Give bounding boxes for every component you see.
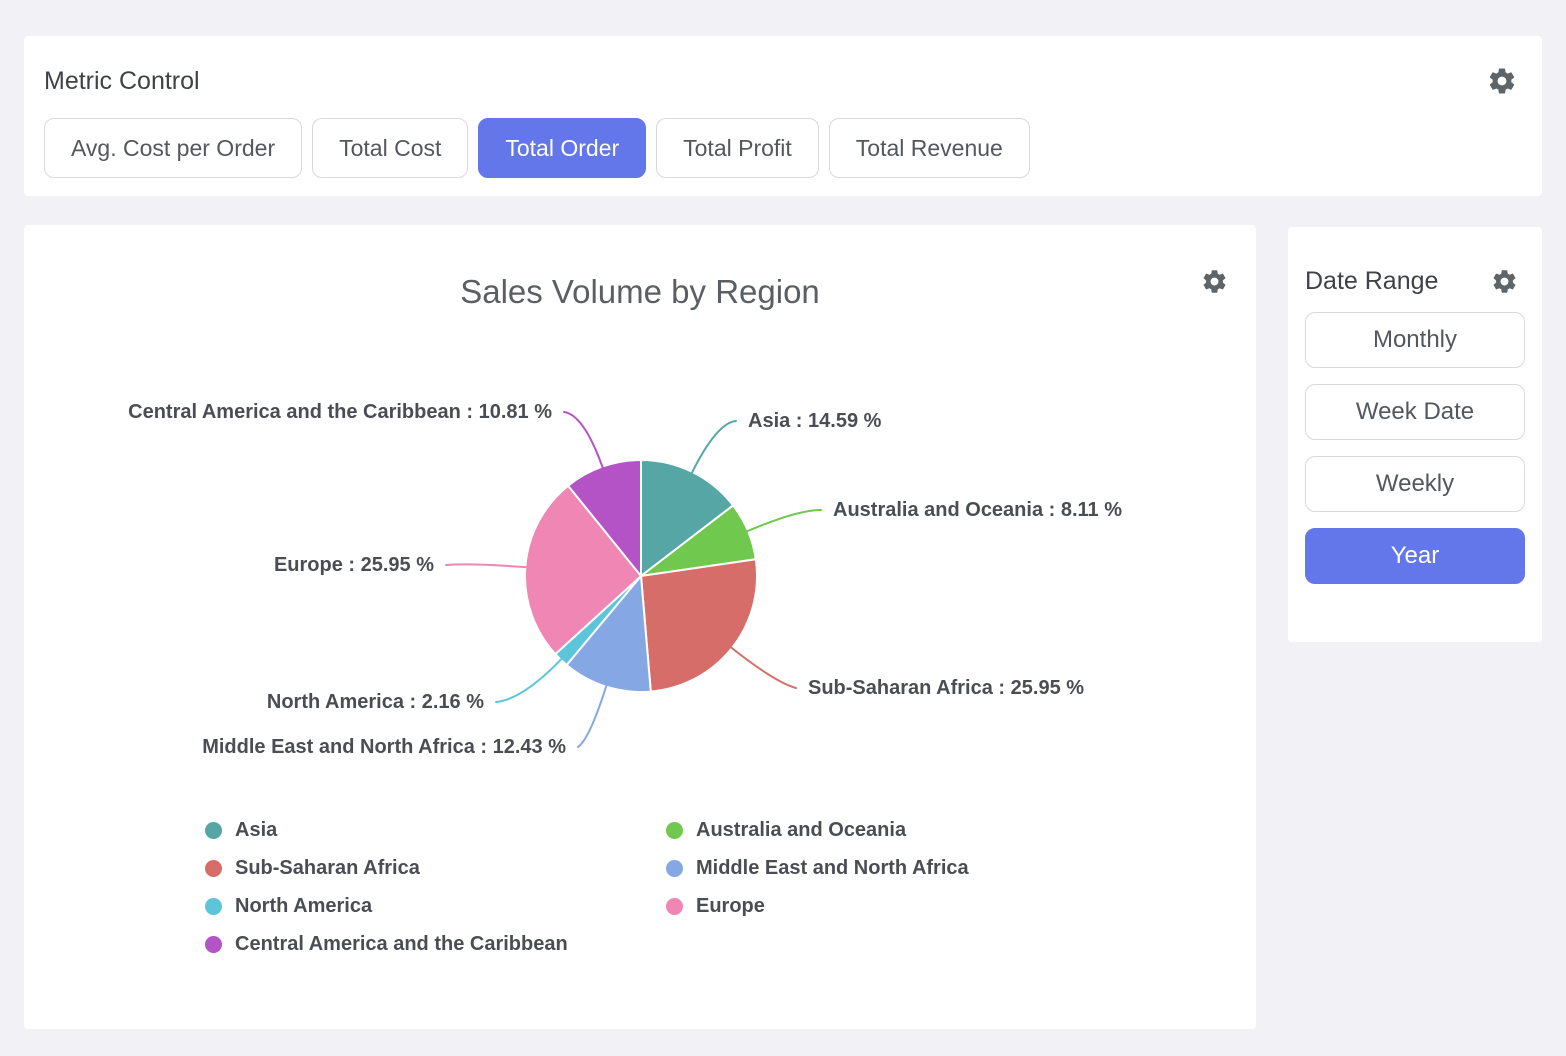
legend-label: Central America and the Caribbean [235, 933, 568, 956]
legend-swatch-asia [205, 822, 222, 839]
gear-icon[interactable] [1491, 268, 1518, 295]
pie-label-line-australia-and-oceania [746, 510, 821, 532]
legend-item-asia[interactable]: Asia [205, 819, 666, 842]
legend-swatch-north-america [205, 898, 222, 915]
metric-button-total-revenue[interactable]: Total Revenue [829, 118, 1030, 178]
date-range-panel: Date Range Monthly Week Date Weekly Year [1288, 227, 1542, 642]
date-range-button-week-date[interactable]: Week Date [1305, 384, 1525, 440]
legend-swatch-central-america-and-the-caribbean [205, 936, 222, 953]
pie-label-north-america: North America : 2.16 % [267, 691, 484, 713]
metric-control-panel: Metric Control Avg. Cost per OrderTotal … [24, 36, 1542, 196]
pie-label-line-middle-east-and-north-africa [578, 685, 607, 747]
pie-slice-sub-saharan-africa[interactable] [641, 559, 757, 691]
metric-button-avg-cost-per-order[interactable]: Avg. Cost per Order [44, 118, 302, 178]
legend-swatch-europe [666, 898, 683, 915]
gear-icon[interactable] [1201, 268, 1228, 295]
legend-item-north-america[interactable]: North America [205, 895, 666, 918]
legend-label: North America [235, 895, 372, 918]
legend-swatch-sub-saharan-africa [205, 860, 222, 877]
pie-label-line-north-america [496, 658, 562, 702]
legend-label: Sub-Saharan Africa [235, 857, 420, 880]
legend-label: Europe [696, 895, 765, 918]
dashboard: { "page": { "background_color": "#F1F1F6… [0, 0, 1566, 1056]
metric-control-title: Metric Control [44, 67, 200, 96]
pie-label-line-central-america-and-the-caribbean [564, 412, 603, 469]
pie-label-sub-saharan-africa: Sub-Saharan Africa : 25.95 % [808, 677, 1084, 699]
date-range-button-year[interactable]: Year [1305, 528, 1525, 584]
pie-label-europe: Europe : 25.95 % [274, 554, 434, 576]
legend-item-europe[interactable]: Europe [666, 895, 969, 918]
pie-label-asia: Asia : 14.59 % [748, 410, 882, 432]
pie-label-central-america-and-the-caribbean: Central America and the Caribbean : 10.8… [128, 401, 552, 423]
date-range-button-monthly[interactable]: Monthly [1305, 312, 1525, 368]
date-range-buttons: Monthly Week Date Weekly Year [1288, 296, 1542, 584]
metric-button-total-order[interactable]: Total Order [478, 118, 646, 178]
metric-buttons: Avg. Cost per OrderTotal CostTotal Order… [24, 96, 1542, 178]
legend-swatch-australia-and-oceania [666, 822, 683, 839]
gear-icon[interactable] [1487, 66, 1517, 96]
pie-label-middle-east-and-north-africa: Middle East and North Africa : 12.43 % [202, 736, 566, 758]
legend-label: Asia [235, 819, 277, 842]
legend-swatch-middle-east-and-north-africa [666, 860, 683, 877]
metric-button-total-cost[interactable]: Total Cost [312, 118, 468, 178]
legend-item-australia-and-oceania[interactable]: Australia and Oceania [666, 819, 969, 842]
pie-label-line-asia [691, 421, 736, 474]
chart-legend: Asia Australia and Oceania Sub-Saharan Afr… [205, 811, 969, 963]
date-range-title: Date Range [1305, 267, 1438, 296]
legend-label: Australia and Oceania [696, 819, 906, 842]
metric-button-total-profit[interactable]: Total Profit [656, 118, 819, 178]
pie-label-australia-and-oceania: Australia and Oceania : 8.11 % [833, 499, 1122, 521]
legend-item-middle-east-and-north-africa[interactable]: Middle East and North Africa [666, 857, 969, 880]
chart-title: Sales Volume by Region [24, 273, 1256, 311]
legend-label: Middle East and North Africa [696, 857, 969, 880]
legend-item-central-america-and-the-caribbean[interactable]: Central America and the Caribbean [205, 933, 666, 956]
date-range-button-weekly[interactable]: Weekly [1305, 456, 1525, 512]
pie-label-line-europe [446, 564, 527, 567]
pie-label-line-sub-saharan-africa [730, 647, 796, 688]
legend-item-sub-saharan-africa[interactable]: Sub-Saharan Africa [205, 857, 666, 880]
sales-volume-panel: Asia : 14.59 % Australia and Oceania : 8.… [24, 225, 1256, 1029]
